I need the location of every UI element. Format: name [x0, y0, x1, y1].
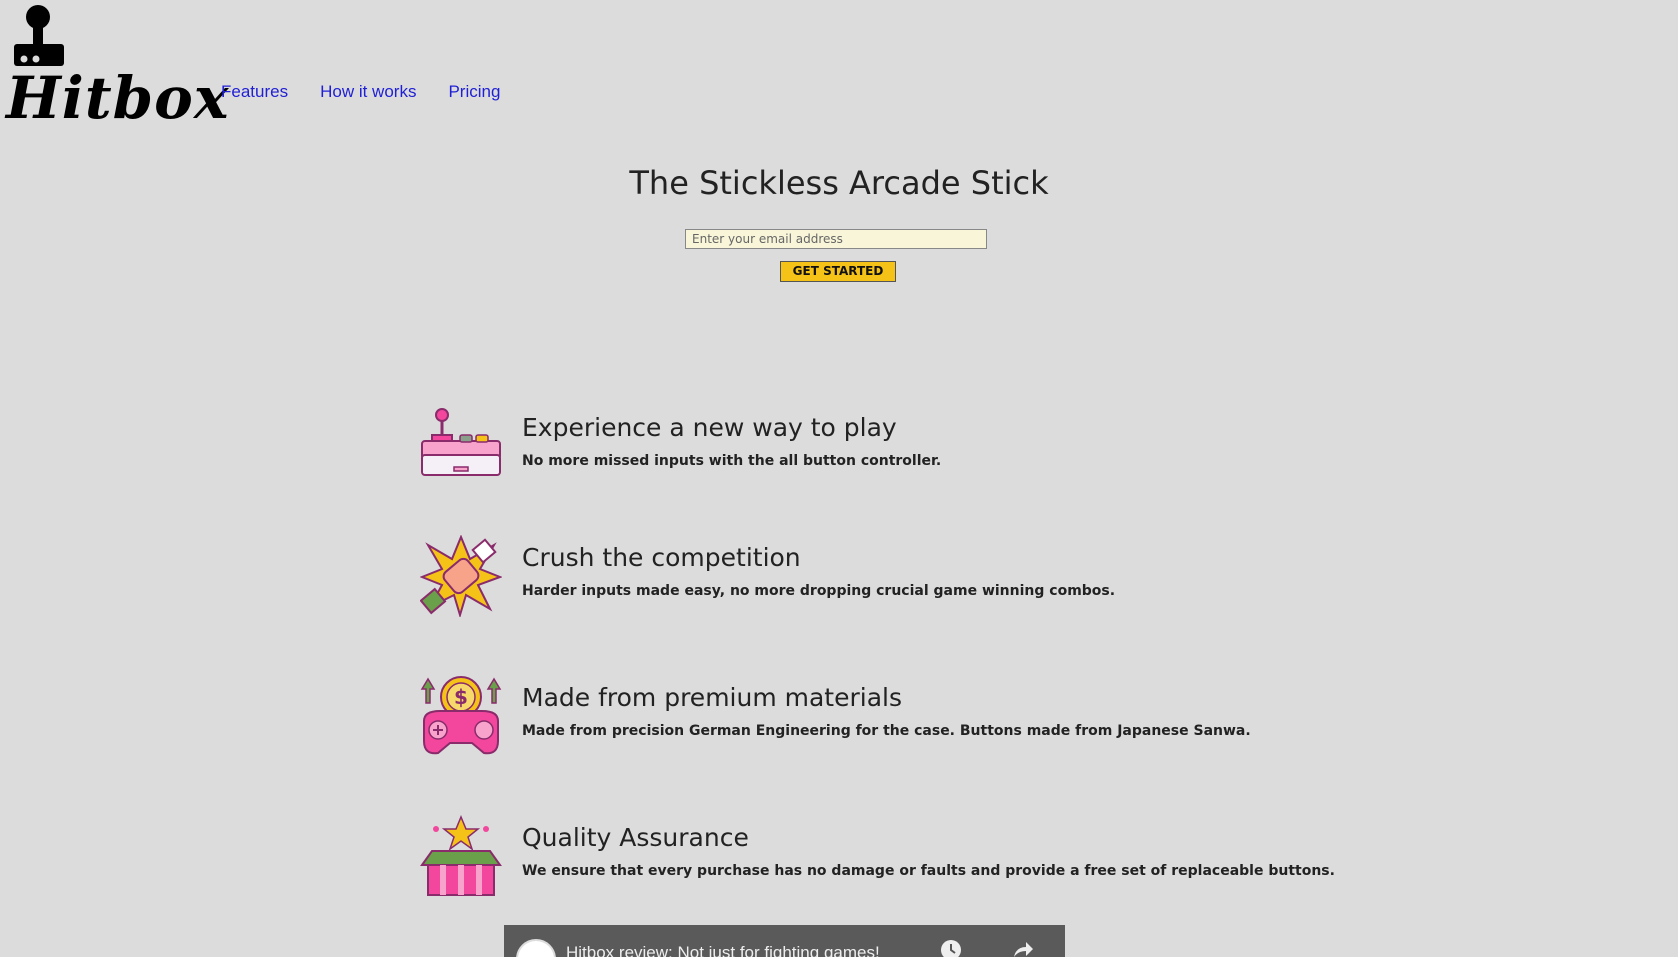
feature-item: Crush the competition Harder inputs made… — [420, 535, 1320, 625]
get-started-button[interactable]: GET STARTED — [780, 261, 896, 282]
landing-page: Hitbox Features How it works Pricing The… — [0, 0, 1678, 957]
feature-description: Made from precision German Engineering f… — [522, 723, 1251, 739]
nav-link-features[interactable]: Features — [221, 82, 288, 102]
main-nav: Features How it works Pricing — [221, 82, 500, 102]
feature-item: Quality Assurance We ensure that every p… — [420, 815, 1335, 905]
brand-logo[interactable]: Hitbox — [6, 4, 228, 130]
video-title[interactable]: Hitbox review: Not just for fighting gam… — [566, 943, 880, 957]
feature-title: Made from premium materials — [522, 683, 903, 712]
share-icon[interactable] — [1012, 939, 1034, 957]
gift-box-star-icon — [420, 815, 502, 896]
nav-link-how-it-works[interactable]: How it works — [320, 82, 416, 102]
arcade-controller-icon — [421, 408, 501, 476]
feature-title: Quality Assurance — [522, 823, 749, 852]
joystick-logo-icon — [14, 5, 64, 66]
feature-description: No more missed inputs with the all butto… — [522, 453, 942, 469]
site-header: Hitbox Features How it works Pricing — [0, 0, 1678, 130]
brand-name: Hitbox — [6, 64, 230, 132]
feature-description: We ensure that every purchase has no dam… — [522, 863, 1335, 879]
fist-burst-icon — [420, 535, 502, 617]
svg-text:$: $ — [454, 685, 468, 709]
gamepad-coin-icon: $ — [420, 676, 502, 755]
nav-link-pricing[interactable]: Pricing — [448, 82, 500, 102]
feature-title: Crush the competition — [522, 543, 801, 572]
hero-title: The Stickless Arcade Stick — [629, 164, 1049, 202]
email-input[interactable] — [685, 229, 987, 249]
feature-title: Experience a new way to play — [522, 413, 897, 442]
channel-avatar[interactable] — [516, 939, 556, 957]
feature-item: Experience a new way to play No more mis… — [420, 405, 1320, 495]
feature-item: $ Made from premium materials Made from … — [420, 675, 1320, 765]
feature-description: Harder inputs made easy, no more droppin… — [522, 583, 1116, 599]
clock-icon[interactable] — [940, 939, 962, 957]
video-embed[interactable]: Hitbox review: Not just for fighting gam… — [504, 925, 1065, 957]
